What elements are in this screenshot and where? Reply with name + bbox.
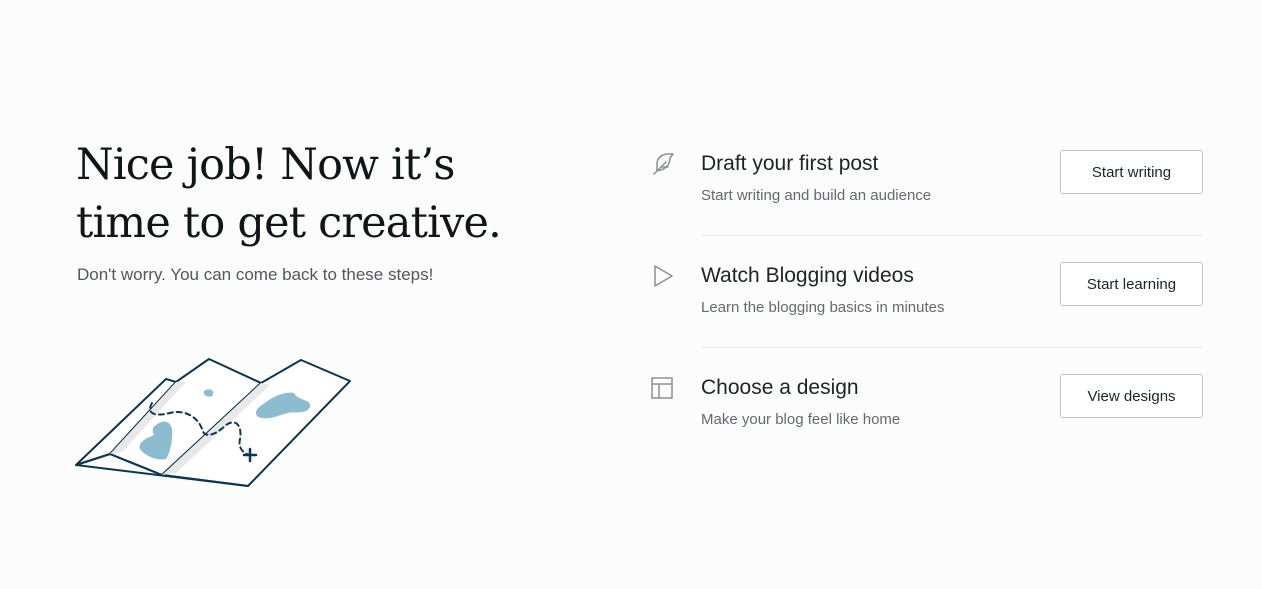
step-draft-post: Draft your first post Start writing and … bbox=[646, 124, 1203, 236]
layout-icon bbox=[651, 377, 673, 399]
page-title: Nice job! Now it’s time to get creative. bbox=[76, 140, 502, 248]
step-title: Watch Blogging videos bbox=[701, 264, 914, 287]
step-title: Choose a design bbox=[701, 376, 859, 399]
step-description: Start writing and build an audience bbox=[701, 187, 932, 204]
step-title: Draft your first post bbox=[701, 152, 879, 175]
start-learning-button[interactable]: Start learning bbox=[1060, 262, 1203, 306]
step-description: Learn the blogging basics in minutes bbox=[701, 299, 945, 316]
start-writing-button[interactable]: Start writing bbox=[1060, 150, 1203, 194]
folded-map-illustration bbox=[75, 358, 351, 487]
feather-icon bbox=[653, 153, 674, 175]
onboarding-page: Nice job! Now it’s time to get creative.… bbox=[0, 0, 1262, 589]
step-choose-design: Choose a design Make your blog feel like… bbox=[646, 348, 1203, 460]
view-designs-button[interactable]: View designs bbox=[1060, 374, 1203, 418]
step-description: Make your blog feel like home bbox=[701, 411, 901, 428]
page-subtitle: Don't worry. You can come back to these … bbox=[77, 265, 434, 284]
step-watch-videos: Watch Blogging videos Learn the blogging… bbox=[646, 236, 1203, 348]
checklist: Draft your first post Start writing and … bbox=[646, 124, 1203, 460]
play-icon bbox=[654, 265, 673, 287]
